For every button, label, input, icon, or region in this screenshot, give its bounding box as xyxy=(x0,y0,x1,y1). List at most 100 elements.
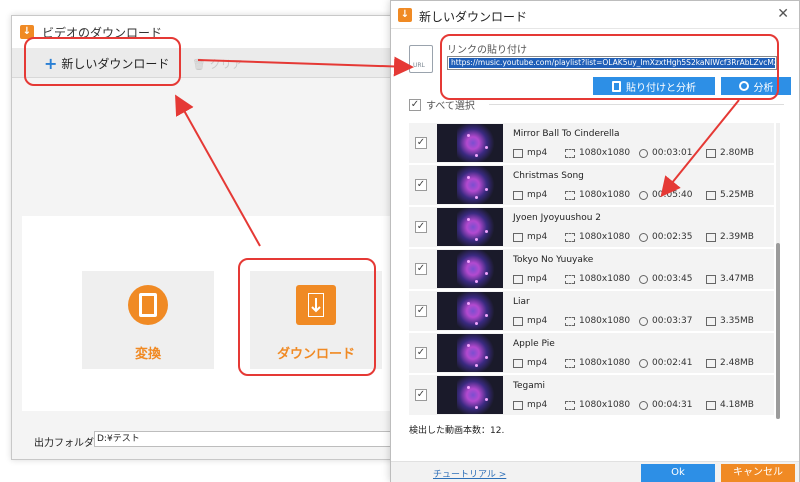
item-duration-label: 00:04:31 xyxy=(652,400,693,410)
item-format: mp4 xyxy=(513,274,547,284)
item-duration: 00:02:35 xyxy=(639,232,692,242)
item-checkbox[interactable]: ✓ xyxy=(415,389,427,401)
item-size: 4.18MB xyxy=(706,400,754,410)
scrollbar-thumb[interactable] xyxy=(776,243,780,419)
scrollbar[interactable] xyxy=(776,123,780,419)
video-thumbnail xyxy=(437,208,503,246)
video-format-icon xyxy=(513,190,523,200)
convert-card[interactable]: 変換 xyxy=(82,271,214,369)
item-title: Mirror Ball To Cinderella xyxy=(513,129,620,139)
video-format-icon xyxy=(513,316,523,326)
item-resolution: 1080x1080 xyxy=(565,274,630,284)
item-checkbox[interactable]: ✓ xyxy=(415,179,427,191)
item-size: 3.47MB xyxy=(706,274,754,284)
ok-button[interactable]: Ok xyxy=(641,464,715,482)
item-title: Jyoen Jyoyuushou 2 xyxy=(513,213,602,223)
item-size-label: 4.18MB xyxy=(720,400,754,410)
resolution-icon xyxy=(565,400,575,410)
item-title: Tokyo No Yuuyake xyxy=(513,255,594,265)
dialog-footer: チュートリアル > Ok キャンセル xyxy=(391,461,799,482)
resolution-icon xyxy=(565,190,575,200)
item-format-label: mp4 xyxy=(527,274,548,284)
item-format-label: mp4 xyxy=(527,316,548,326)
detected-count: 検出した動画本数：12. xyxy=(409,423,504,436)
item-resolution-label: 1080x1080 xyxy=(579,316,631,326)
resolution-icon xyxy=(565,148,575,158)
tutorial-link[interactable]: チュートリアル > xyxy=(433,467,506,480)
resolution-icon xyxy=(565,232,575,242)
count-value: 12. xyxy=(490,426,505,436)
list-item[interactable]: ✓ Apple Pie mp4 1080x1080 00:02:41 2.48MB xyxy=(409,333,774,373)
item-checkbox[interactable]: ✓ xyxy=(415,137,427,149)
list-item[interactable]: ✓ Mirror Ball To Cinderella mp4 1080x1080 00… xyxy=(409,123,774,163)
item-checkbox[interactable]: ✓ xyxy=(415,347,427,359)
list-item[interactable]: ✓ Tegami mp4 1080x1080 00:04:31 4.18MB xyxy=(409,375,774,415)
highlight-url-section xyxy=(440,34,779,100)
item-resolution: 1080x1080 xyxy=(565,148,630,158)
url-file-icon: URL xyxy=(409,45,433,73)
item-resolution: 1080x1080 xyxy=(565,232,630,242)
item-size: 2.48MB xyxy=(706,358,754,368)
close-icon[interactable]: ✕ xyxy=(777,6,789,22)
item-resolution-label: 1080x1080 xyxy=(579,274,631,284)
resolution-icon xyxy=(565,274,575,284)
video-list: ✓ Mirror Ball To Cinderella mp4 1080x1080 00… xyxy=(409,123,774,419)
item-size: 2.39MB xyxy=(706,232,754,242)
highlight-new-download xyxy=(24,37,181,86)
output-folder-field[interactable]: D:¥テスト xyxy=(94,431,394,447)
item-checkbox[interactable]: ✓ xyxy=(415,263,427,275)
item-resolution-label: 1080x1080 xyxy=(579,400,631,410)
list-item[interactable]: ✓ Jyoen Jyoyuushou 2 mp4 1080x1080 00:02:35 2… xyxy=(409,207,774,247)
video-thumbnail xyxy=(437,124,503,162)
item-resolution-label: 1080x1080 xyxy=(579,358,631,368)
list-item[interactable]: ✓ Liar mp4 1080x1080 00:03:37 3.35MB xyxy=(409,291,774,331)
output-folder-bar: 出力フォルダ： D:¥テスト xyxy=(12,426,402,460)
cancel-button[interactable]: キャンセル xyxy=(721,464,795,482)
item-duration: 00:03:01 xyxy=(639,148,692,158)
resolution-icon xyxy=(565,316,575,326)
item-format: mp4 xyxy=(513,316,547,326)
clock-icon xyxy=(639,190,648,200)
highlight-download-card xyxy=(238,258,376,376)
clock-icon xyxy=(639,232,648,242)
item-title: Christmas Song xyxy=(513,171,584,181)
item-format: mp4 xyxy=(513,190,547,200)
item-format: mp4 xyxy=(513,358,547,368)
item-size-label: 3.35MB xyxy=(720,316,754,326)
video-format-icon xyxy=(513,148,523,158)
folder-icon xyxy=(706,148,716,158)
list-item[interactable]: ✓ Tokyo No Yuuyake mp4 1080x1080 00:03:45 3.4… xyxy=(409,249,774,289)
item-resolution-label: 1080x1080 xyxy=(579,190,631,200)
clock-icon xyxy=(639,400,648,410)
clear-button[interactable]: 🗑 クリア xyxy=(192,56,242,72)
folder-icon xyxy=(706,274,716,284)
item-format: mp4 xyxy=(513,400,547,410)
item-duration: 00:03:45 xyxy=(639,274,692,284)
item-resolution: 1080x1080 xyxy=(565,190,630,200)
dialog-titlebar: ↓ 新しいダウンロード ✕ xyxy=(391,1,799,29)
item-checkbox[interactable]: ✓ xyxy=(415,305,427,317)
folder-icon xyxy=(706,316,716,326)
item-size: 2.80MB xyxy=(706,148,754,158)
resolution-icon xyxy=(565,358,575,368)
video-format-icon xyxy=(513,232,523,242)
video-thumbnail xyxy=(437,334,503,372)
item-size: 3.35MB xyxy=(706,316,754,326)
item-format-label: mp4 xyxy=(527,190,548,200)
video-format-icon xyxy=(513,358,523,368)
clock-icon xyxy=(639,316,648,326)
film-reel-icon xyxy=(128,285,168,325)
divider xyxy=(489,104,784,105)
trash-icon: 🗑 xyxy=(192,58,210,71)
dialog-title: 新しいダウンロード xyxy=(419,10,528,24)
item-duration-label: 00:03:01 xyxy=(652,148,693,158)
item-resolution: 1080x1080 xyxy=(565,358,630,368)
item-title: Apple Pie xyxy=(513,339,555,349)
page: ↓ ビデオのダウンロード + 新しいダウンロード 🗑 クリア 変換 ダウンロード… xyxy=(0,0,800,482)
count-label: 検出した動画本数： xyxy=(409,426,491,436)
item-checkbox[interactable]: ✓ xyxy=(415,221,427,233)
item-format-label: mp4 xyxy=(527,400,548,410)
item-duration: 00:02:41 xyxy=(639,358,692,368)
list-item[interactable]: ✓ Christmas Song mp4 1080x1080 00:05:40 5.25M… xyxy=(409,165,774,205)
item-format-label: mp4 xyxy=(527,358,548,368)
